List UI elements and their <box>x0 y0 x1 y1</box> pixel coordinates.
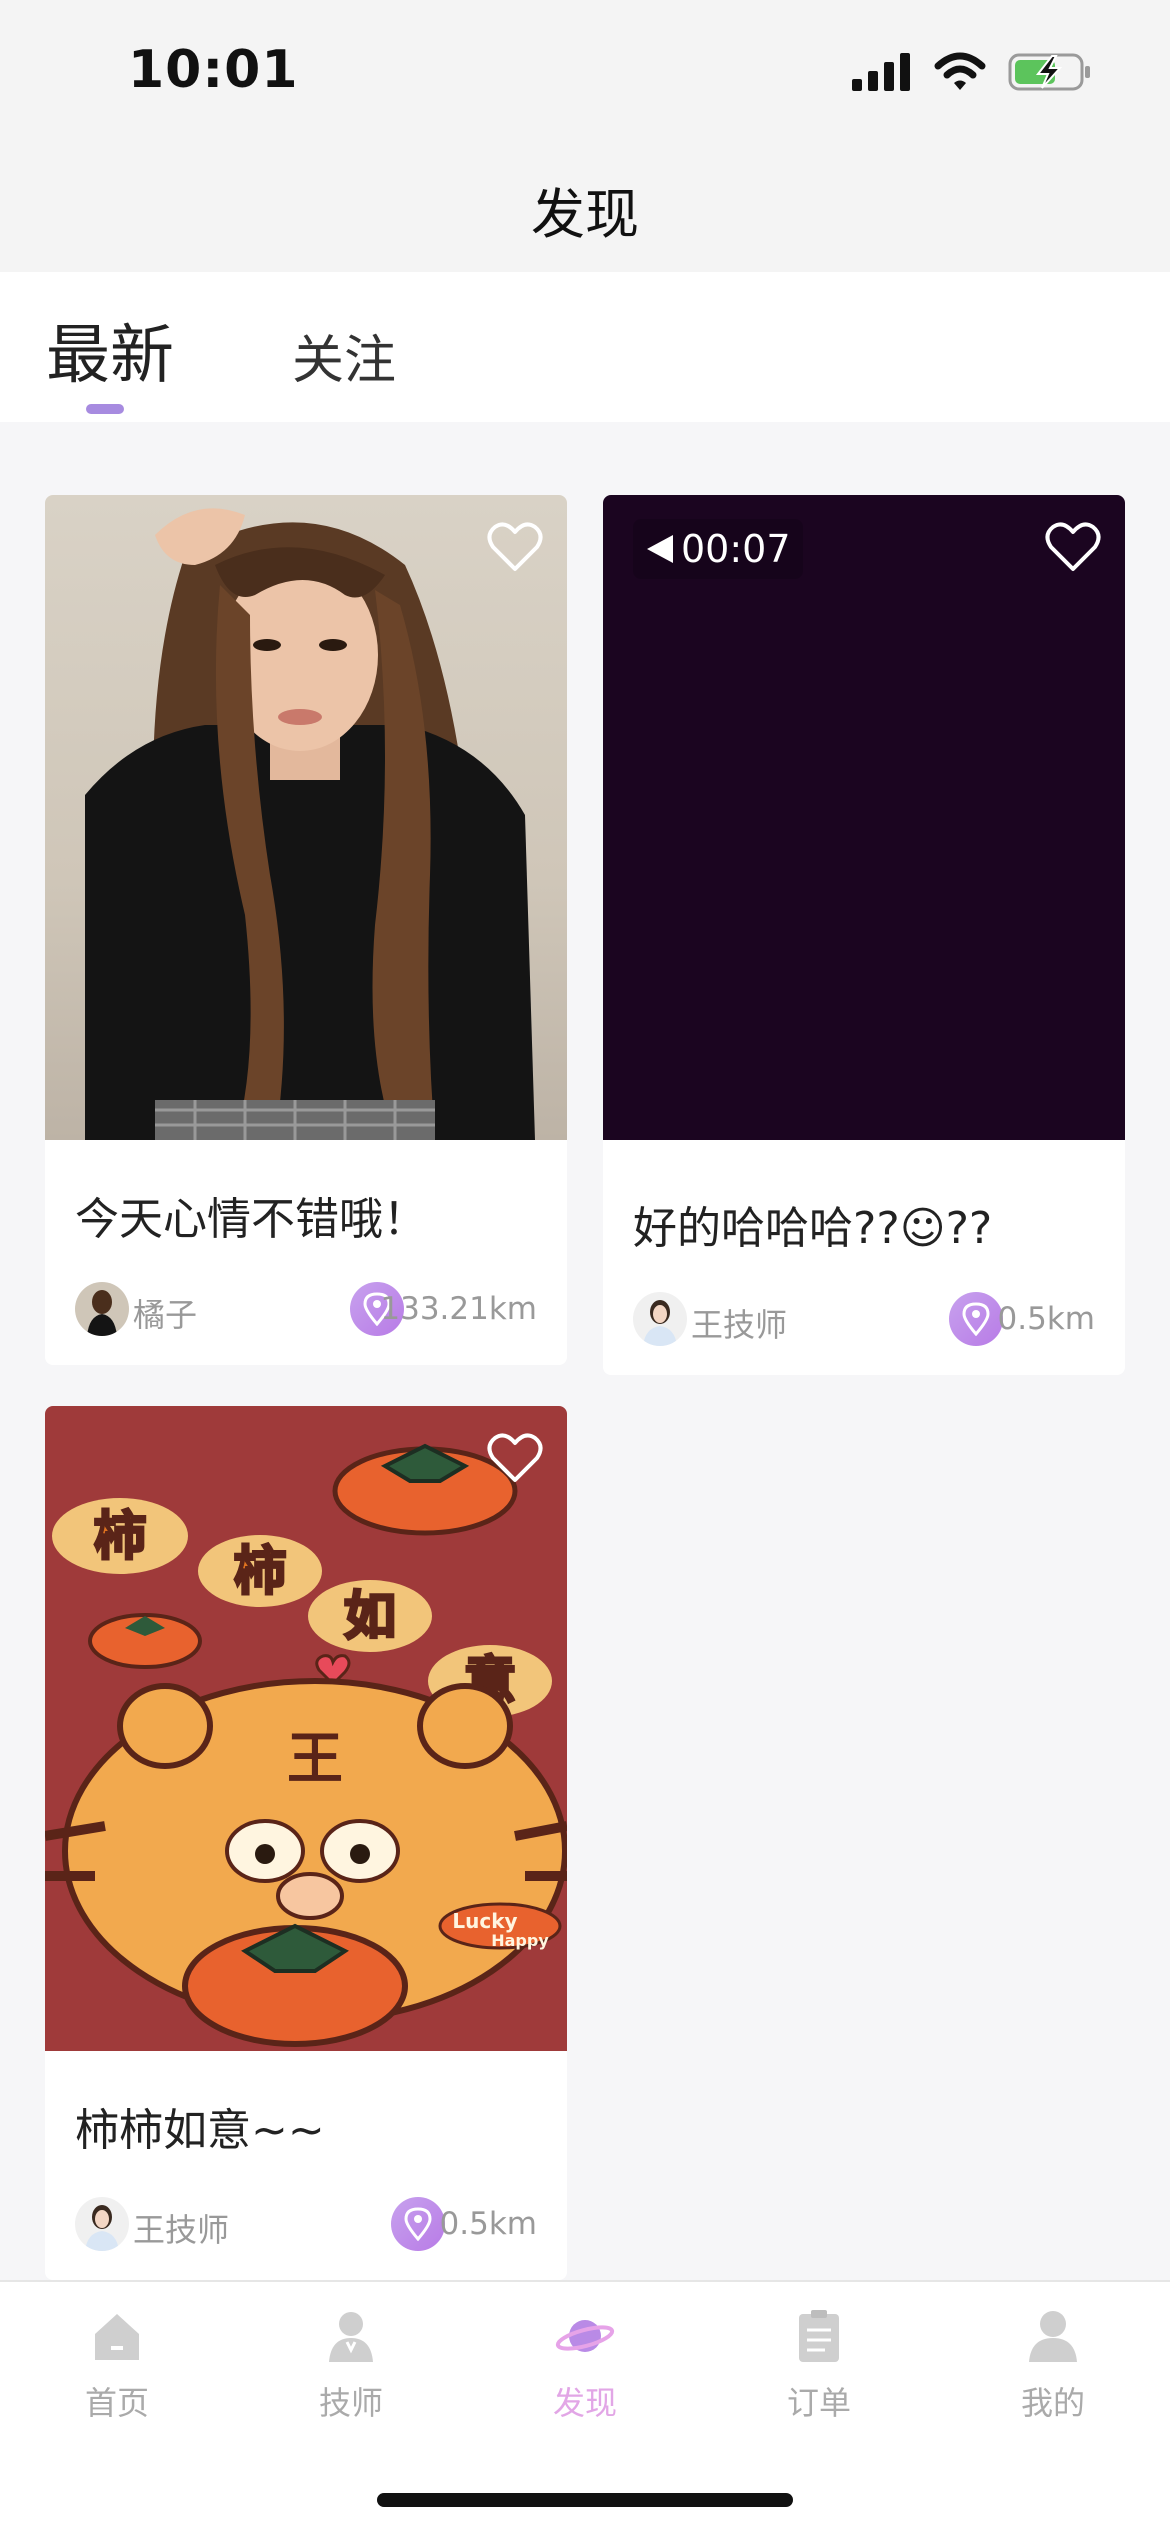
post-title: 今天心情不错哦！ <box>75 1194 427 1245</box>
post-author: 王技师 <box>691 1306 788 1344</box>
avatar <box>633 1292 687 1346</box>
order-icon <box>799 2310 839 2362</box>
favorite-heart-icon[interactable] <box>487 521 543 573</box>
tab-home[interactable]: 首页 <box>0 2306 234 2424</box>
favorite-heart-icon[interactable] <box>487 1432 543 1484</box>
tab-technician-label: 技师 <box>318 2384 383 2422</box>
post-video[interactable]: 00:07 <box>603 495 1125 1140</box>
tab-latest[interactable]: 最新 <box>46 304 174 396</box>
tab-home-label: 首页 <box>84 2384 149 2422</box>
play-icon <box>647 535 673 563</box>
tiger-forehead-mark: 王 <box>287 1727 343 1792</box>
sticker-lucky: Lucky <box>452 1909 517 1933</box>
signal-icon <box>852 53 910 91</box>
tab-indicator <box>86 404 124 414</box>
post-distance: 0.5km <box>439 2206 537 2242</box>
tab-profile-label: 我的 <box>1020 2384 1085 2422</box>
avatar <box>75 1282 129 1336</box>
post-author: 橘子 <box>133 1296 198 1334</box>
sticker-char: 柿 <box>234 1542 286 1602</box>
page-title: 发现 <box>531 183 639 246</box>
home-icon <box>95 2314 139 2360</box>
wifi-icon <box>934 52 986 90</box>
post-card[interactable]: 今天心情不错哦！ 橘子 133.21km <box>45 495 567 1365</box>
battery-charging-icon <box>1008 53 1090 91</box>
post-distance: 0.5km <box>997 1301 1095 1337</box>
avatar <box>75 2197 129 2251</box>
tab-technician[interactable]: 技师 <box>234 2306 468 2424</box>
sticker-char: 柿 <box>94 1507 146 1567</box>
tab-orders-label: 订单 <box>786 2384 851 2422</box>
post-photo[interactable] <box>45 495 567 1140</box>
video-duration-text: 00:07 <box>681 527 791 571</box>
post-card[interactable]: 00:07 好的哈哈哈??☺?? 王技师 0.5km <box>603 495 1125 1375</box>
post-author: 王技师 <box>133 2211 230 2249</box>
woman-portrait-image <box>85 508 535 1140</box>
status-icons <box>852 52 1092 92</box>
video-duration: 00:07 <box>633 519 803 579</box>
sticker-happy: Happy <box>491 1931 549 1950</box>
tab-discover-label: 发现 <box>552 2384 617 2422</box>
sticker-char: 如 <box>344 1587 396 1647</box>
post-card[interactable]: 柿 柿 如 意 王 Lucky Happy 柿柿如意~~ 王技师 0.5km <box>45 1406 567 2280</box>
status-time: 10:01 <box>128 40 299 100</box>
feed-tabs: 最新 关注 <box>0 272 1170 422</box>
profile-icon <box>1029 2311 1077 2362</box>
discover-screen: 10:01 发现 最新 关注 今天心情不错哦！ 橘子 133.21km 00:0… <box>0 0 1170 2532</box>
home-indicator[interactable] <box>377 2493 793 2507</box>
tab-discover[interactable]: 发现 <box>468 2306 702 2424</box>
location-pin-icon <box>391 2197 445 2251</box>
post-distance: 133.21km <box>380 1291 537 1327</box>
post-title: 柿柿如意~~ <box>75 2105 325 2156</box>
post-title: 好的哈哈哈??☺?? <box>633 1203 993 1254</box>
tab-orders[interactable]: 订单 <box>702 2306 936 2424</box>
status-bar: 10:01 <box>0 0 1170 150</box>
planet-icon <box>555 2320 615 2352</box>
tab-profile[interactable]: 我的 <box>936 2306 1170 2424</box>
favorite-heart-icon[interactable] <box>1045 521 1101 573</box>
nav-bar: 发现 <box>0 150 1170 272</box>
location-pin-icon <box>949 1292 1003 1346</box>
tiger-persimmon-illustration: 柿 柿 如 意 王 Lucky Happy <box>45 1443 567 2047</box>
post-photo[interactable]: 柿 柿 如 意 王 Lucky Happy <box>45 1406 567 2051</box>
technician-icon <box>329 2312 373 2362</box>
tab-following[interactable]: 关注 <box>292 318 396 393</box>
